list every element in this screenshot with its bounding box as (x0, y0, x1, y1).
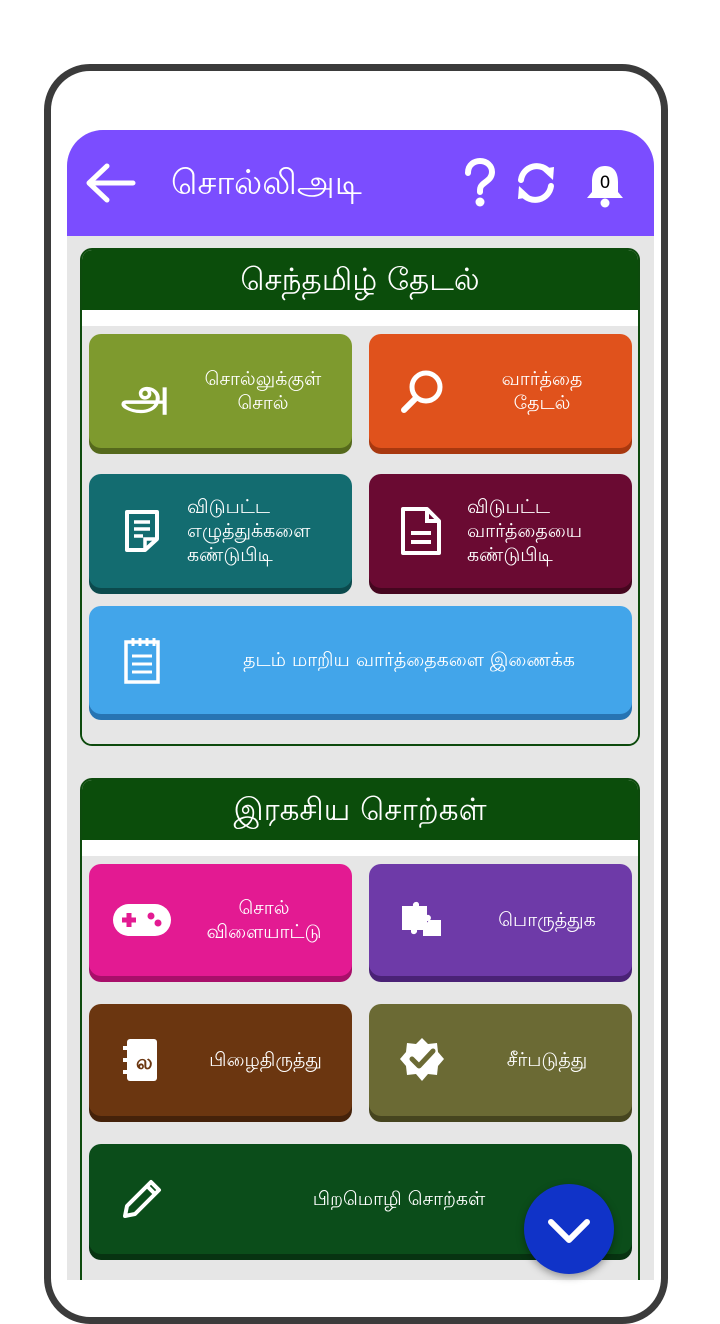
tile-label: விடுபட்ட எழுத்துக்களை கண்டுபிடி (187, 496, 311, 566)
svg-text:ல: ல (136, 1050, 153, 1074)
note-icon (125, 510, 159, 552)
tile-sol-vilaiyaattu[interactable]: சொல் விளையாட்டு (89, 864, 352, 976)
notification-bell[interactable]: 0 (583, 162, 627, 208)
search-icon (401, 370, 443, 413)
gamepad-icon (113, 904, 171, 936)
tile-label: தடம் மாறிய வார்த்தைகளை இணைக்க (243, 649, 575, 671)
section-title: இரகசிய சொற்கள் (82, 780, 638, 840)
app-bar: சொல்லிஅடி 0 (67, 130, 654, 236)
tile-vidupatta-vaarthai[interactable]: விடுபட்ட வார்த்தையை கண்டுபிடி (369, 474, 632, 588)
tile-vaarthai-thedal[interactable]: வார்த்தை தேடல் (369, 334, 632, 448)
tile-label: பொருத்துக (498, 909, 596, 931)
notepad-icon (124, 638, 160, 684)
badge-check-icon (400, 1038, 444, 1081)
question-mark-icon[interactable] (461, 158, 497, 208)
pencil-icon (123, 1180, 161, 1218)
tile-label: விடுபட்ட வார்த்தையை கண்டுபிடி (467, 496, 583, 566)
tamil-letter-icon: அ (121, 369, 167, 417)
book-icon: ல (123, 1039, 157, 1081)
tile-label: பிறமொழி சொற்கள் (312, 1188, 486, 1210)
tile-label: சீர்படுத்து (506, 1049, 588, 1071)
scroll-down-fab[interactable] (524, 1184, 614, 1274)
notification-count: 0 (599, 173, 611, 193)
arrow-left-icon[interactable] (83, 160, 137, 206)
section-title: செந்தமிழ் தேடல் (82, 250, 638, 310)
tile-sollukkul-sol[interactable]: அ சொல்லுக்குள் சொல் (89, 334, 352, 448)
document-icon (401, 507, 441, 555)
tile-label: சொல் விளையாட்டு (206, 897, 322, 943)
tile-label: சொல்லுக்குள் சொல் (204, 368, 322, 414)
tile-pizhaithiruthu[interactable]: ல பிழைதிருத்து (89, 1004, 352, 1116)
svg-text:அ: அ (121, 369, 167, 417)
tile-vidupatta-ezhuthukkal[interactable]: விடுபட்ட எழுத்துக்களை கண்டுபிடி (89, 474, 352, 588)
tile-label: பிழைதிருத்து (209, 1049, 322, 1071)
app-screen: சொல்லிஅடி 0 செந்தமிழ் தேடல் அ சொல்லுக்கு… (67, 130, 654, 1280)
tile-poruthuga[interactable]: பொருத்துக (369, 864, 632, 976)
chevron-down-icon (548, 1219, 590, 1243)
puzzle-icon (402, 901, 441, 936)
tile-label: வார்த்தை தேடல் (501, 368, 583, 414)
refresh-icon[interactable] (513, 160, 559, 206)
page-title: சொல்லிஅடி (171, 163, 362, 203)
tile-seerpaduthu[interactable]: சீர்படுத்து (369, 1004, 632, 1116)
tile-thadam-maariya[interactable]: தடம் மாறிய வார்த்தைகளை இணைக்க (89, 606, 632, 714)
